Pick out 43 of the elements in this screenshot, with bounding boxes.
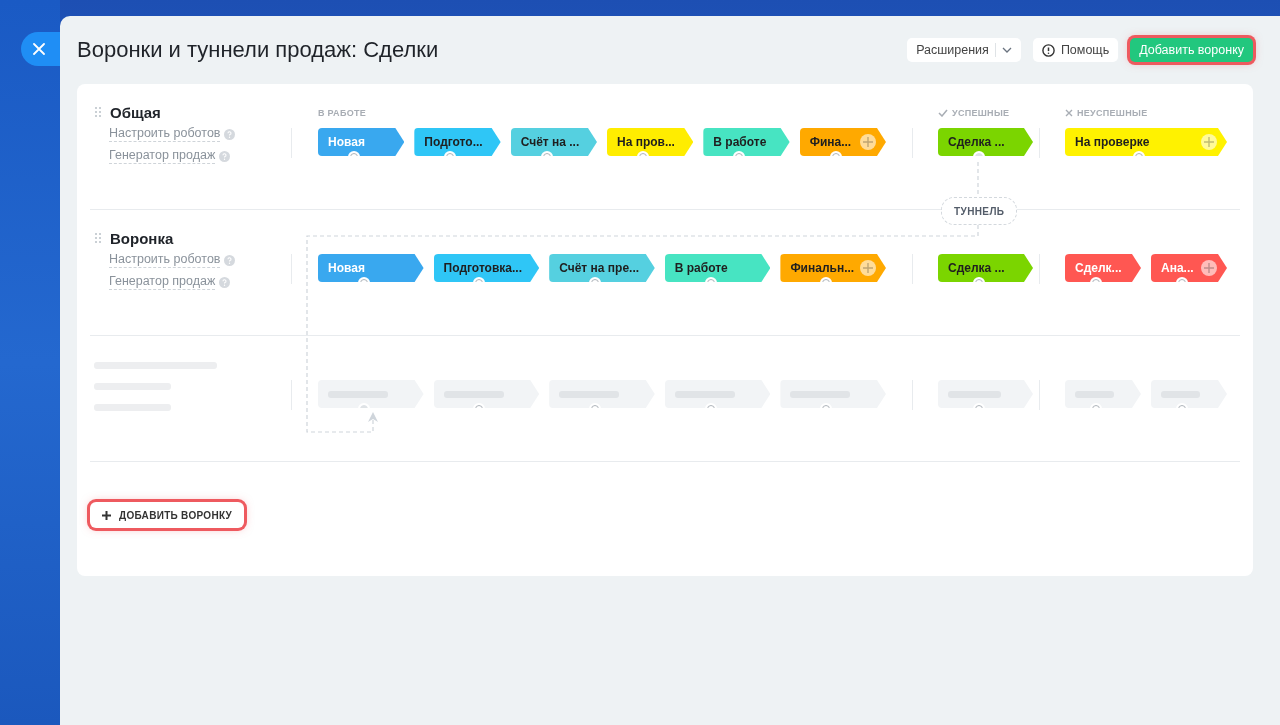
stage-chip[interactable]: В работе	[703, 128, 790, 156]
help-button[interactable]: Помощь	[1032, 38, 1119, 62]
help-icon[interactable]	[224, 254, 236, 266]
stage-chip[interactable]: Счёт на пре...	[549, 254, 655, 282]
stage-chip[interactable]: В работе	[664, 254, 771, 282]
drag-handle-icon[interactable]	[94, 106, 102, 118]
plus-icon	[1204, 263, 1214, 273]
stage-chip[interactable]: Подготовка...	[433, 254, 540, 282]
add-stage-button[interactable]	[859, 134, 876, 150]
stage-group-label: НЕУСПЕШНЫЕ	[1077, 108, 1148, 118]
add-funnel-button[interactable]: ДОБАВИТЬ ВОРОНКУ	[90, 502, 245, 528]
add-stage-button[interactable]	[1201, 134, 1217, 150]
check-icon	[938, 109, 948, 117]
extensions-button[interactable]: Расширения	[907, 38, 1021, 62]
page-title: Воронки и туннели продаж: Сделки	[77, 37, 439, 63]
plus-icon	[862, 137, 873, 147]
stage-group-label: В РАБОТЕ	[318, 108, 367, 118]
stage-chip[interactable]: Подгото...	[414, 128, 501, 156]
funnel-name: Общая	[110, 103, 161, 121]
plus-icon	[102, 510, 111, 520]
close-button[interactable]	[21, 32, 60, 66]
help-icon[interactable]	[224, 128, 236, 140]
info-icon	[1041, 43, 1055, 57]
stage-chip[interactable]: На проверке	[1065, 128, 1227, 156]
plus-icon	[1204, 137, 1214, 147]
plus-icon	[862, 263, 873, 273]
stage-chip[interactable]: Финальн...	[780, 254, 886, 282]
stage-chip[interactable]: Сделка ...	[938, 128, 1033, 156]
chevron-down-icon	[1001, 47, 1012, 53]
stage-chip[interactable]: Счёт на ...	[510, 128, 597, 156]
help-icon[interactable]	[219, 150, 231, 162]
stage-chip[interactable]: На пров...	[607, 128, 694, 156]
stage-group-label: УСПЕШНЫЕ	[952, 108, 1010, 118]
add-stage-button[interactable]	[1201, 260, 1217, 276]
drag-handle-icon[interactable]	[94, 232, 102, 244]
stage-chip[interactable]: Фина...	[799, 128, 886, 156]
tunnel-badge[interactable]: ТУННЕЛЬ	[941, 197, 1018, 225]
stage-chip[interactable]: Сделка ...	[938, 254, 1033, 282]
help-icon[interactable]	[219, 276, 231, 288]
close-icon	[32, 43, 45, 55]
cross-icon	[1065, 109, 1073, 117]
add-stage-button[interactable]	[859, 260, 876, 276]
funnel-name: Воронка	[110, 229, 174, 247]
